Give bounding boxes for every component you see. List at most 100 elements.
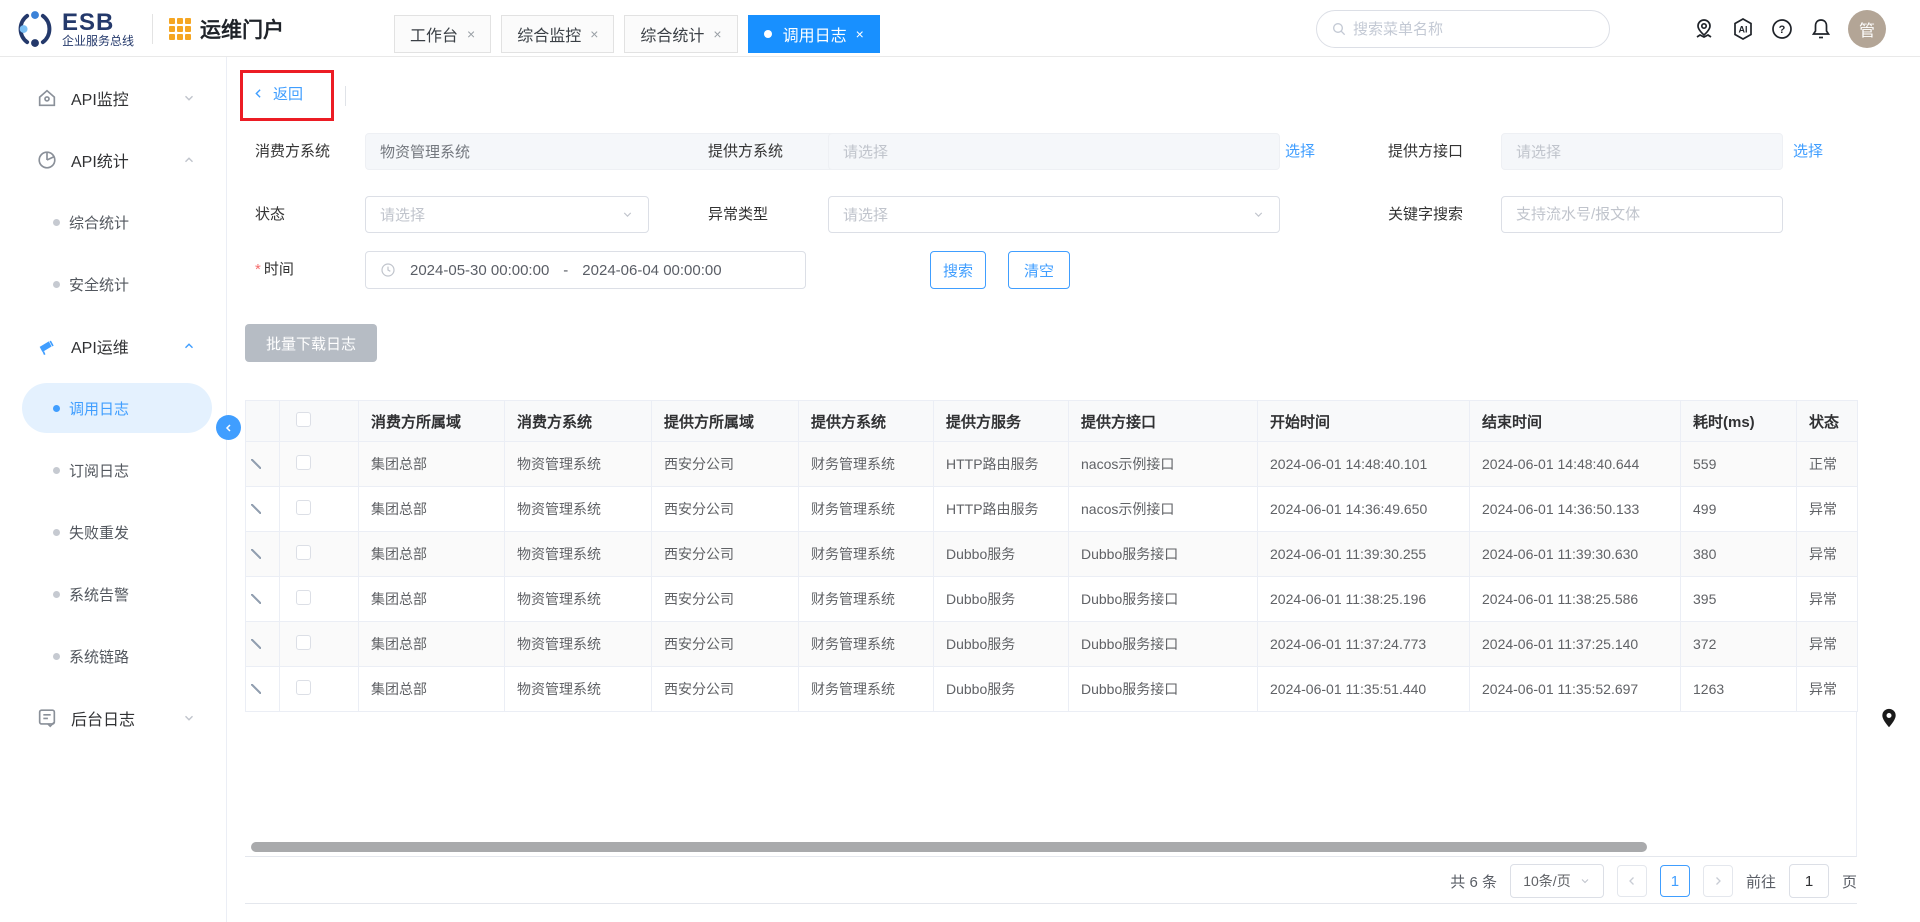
close-icon[interactable]: × (590, 26, 598, 42)
page-size-select[interactable]: 10条/页 (1510, 864, 1604, 898)
menu-search (1316, 10, 1610, 48)
required-mark: * (255, 261, 261, 278)
close-icon[interactable]: × (856, 26, 864, 42)
checkbox-cell (280, 487, 359, 532)
horizontal-scrollbar[interactable] (251, 842, 1647, 852)
provider-interface-cell: Dubbo服务接口 (1069, 622, 1258, 667)
row-checkbox[interactable] (296, 455, 311, 470)
expand-row-icon[interactable] (251, 549, 261, 559)
status-select[interactable]: 请选择 (365, 196, 649, 233)
back-button[interactable]: 返回 (252, 83, 303, 104)
sidebar-item-failure-resend[interactable]: 失败重发 (0, 507, 226, 557)
help-icon[interactable]: ? (1770, 17, 1794, 41)
start-time-cell: 2024-06-01 14:36:49.650 (1258, 487, 1470, 532)
close-icon[interactable]: × (467, 26, 475, 42)
row-checkbox[interactable] (296, 500, 311, 515)
column-header: 开始时间 (1258, 401, 1470, 442)
row-checkbox[interactable] (296, 590, 311, 605)
goto-page-input[interactable] (1789, 864, 1829, 898)
expand-cell (246, 622, 280, 667)
batch-download-button[interactable]: 批量下载日志 (245, 324, 377, 362)
search-input[interactable] (1353, 21, 1595, 38)
bullet-dot-icon (53, 219, 60, 226)
exception-type-placeholder: 请选择 (843, 204, 888, 225)
close-icon[interactable]: × (713, 26, 721, 42)
consumer-system-cell: 物资管理系统 (505, 532, 652, 577)
expand-row-icon[interactable] (251, 684, 261, 694)
prev-page-button[interactable] (1617, 865, 1647, 897)
end-time-cell: 2024-06-01 14:36:50.133 (1470, 487, 1681, 532)
provider-system-cell: 财务管理系统 (799, 487, 934, 532)
floating-pin-icon[interactable] (1879, 707, 1899, 729)
provider-system-field[interactable]: 请选择 (828, 133, 1280, 170)
provider-domain-cell: 西安分公司 (652, 622, 799, 667)
provider-interface-field[interactable]: 请选择 (1501, 133, 1783, 170)
avatar[interactable]: 管 (1848, 10, 1886, 48)
sidebar-group-label: API统计 (71, 148, 129, 172)
column-header: 提供方系统 (799, 401, 934, 442)
page-number-button[interactable]: 1 (1660, 865, 1690, 897)
page-size-value: 10条/页 (1523, 871, 1570, 891)
provider-service-cell: Dubbo服务 (934, 622, 1069, 667)
column-header: 消费方所属域 (359, 401, 505, 442)
status-cell: 异常 (1797, 487, 1858, 532)
next-page-button[interactable] (1703, 865, 1733, 897)
sidebar-group-api-statistics[interactable]: API统计 (0, 135, 226, 185)
provider-system-select-link[interactable]: 选择 (1285, 133, 1315, 170)
tab-call-logs[interactable]: 调用日志 × (748, 15, 880, 53)
sidebar-item-system-tracing[interactable]: 系统链路 (0, 631, 226, 681)
tab-monitor[interactable]: 综合监控 × (501, 15, 614, 53)
expand-row-icon[interactable] (251, 594, 261, 604)
provider-interface-select-link[interactable]: 选择 (1793, 133, 1823, 170)
select-all-checkbox[interactable] (296, 412, 311, 427)
sidebar-group-api-operations[interactable]: API运维 (0, 321, 226, 371)
sidebar-item-security-statistics[interactable]: 安全统计 (0, 259, 226, 309)
column-header: 状态 (1797, 401, 1858, 442)
goto-label: 前往 (1746, 871, 1776, 892)
bell-icon[interactable] (1809, 17, 1833, 41)
svg-text:?: ? (1779, 24, 1786, 36)
status-cell: 正常 (1797, 442, 1858, 487)
keyword-search-input[interactable] (1501, 196, 1783, 233)
row-checkbox[interactable] (296, 635, 311, 650)
sidebar-item-label: 失败重发 (69, 522, 129, 543)
consumer-domain-cell: 集团总部 (359, 532, 505, 577)
checkbox-cell (280, 667, 359, 712)
brand: ESB 企业服务总线 运维门户 (14, 8, 284, 50)
home-icon (36, 87, 58, 109)
sidebar-group-api-monitor[interactable]: API监控 (0, 73, 226, 123)
ai-assistant-icon[interactable]: AI (1731, 17, 1755, 41)
sidebar-collapse-button[interactable] (216, 415, 241, 440)
row-checkbox[interactable] (296, 545, 311, 560)
chevron-down-icon (182, 711, 196, 725)
consumer-system-cell: 物资管理系统 (505, 577, 652, 622)
clear-button[interactable]: 清空 (1008, 251, 1070, 289)
status-cell: 异常 (1797, 667, 1858, 712)
exception-type-select[interactable]: 请选择 (828, 196, 1280, 233)
sidebar-item-subscription-logs[interactable]: 订阅日志 (0, 445, 226, 495)
bullet-dot-icon (53, 405, 60, 412)
brand-subtitle: 企业服务总线 (62, 35, 134, 48)
expand-row-icon[interactable] (251, 639, 261, 649)
consumer-domain-cell: 集团总部 (359, 577, 505, 622)
sidebar-item-call-logs[interactable]: 调用日志 (22, 383, 212, 433)
tab-workbench[interactable]: 工作台 × (394, 15, 491, 53)
sidebar-item-comprehensive-statistics[interactable]: 综合统计 (0, 197, 226, 247)
status-cell: 异常 (1797, 622, 1858, 667)
time-separator: - (563, 262, 568, 279)
time-range-picker[interactable]: 2024-05-30 00:00:00 - 2024-06-04 00:00:0… (365, 251, 806, 289)
sidebar-group-label: API运维 (71, 334, 129, 358)
location-pin-icon[interactable] (1692, 17, 1716, 41)
start-time-cell: 2024-06-01 11:38:25.196 (1258, 577, 1470, 622)
sidebar-group-backend-logs[interactable]: 后台日志 (0, 693, 226, 743)
tab-statistics[interactable]: 综合统计 × (624, 15, 737, 53)
expand-row-icon[interactable] (251, 504, 261, 514)
expand-row-icon[interactable] (251, 459, 261, 469)
search-button[interactable]: 搜索 (930, 251, 986, 289)
chevron-up-icon (182, 339, 196, 353)
sidebar-item-label: 调用日志 (69, 398, 129, 419)
row-checkbox[interactable] (296, 680, 311, 695)
table-row: 集团总部 物资管理系统 西安分公司 财务管理系统 Dubbo服务 Dubbo服务… (246, 577, 1858, 622)
top-bar: ESB 企业服务总线 运维门户 工作台 × 综合监控 × 综合统计 × 调用日志… (0, 0, 1920, 57)
sidebar-item-system-alerts[interactable]: 系统告警 (0, 569, 226, 619)
